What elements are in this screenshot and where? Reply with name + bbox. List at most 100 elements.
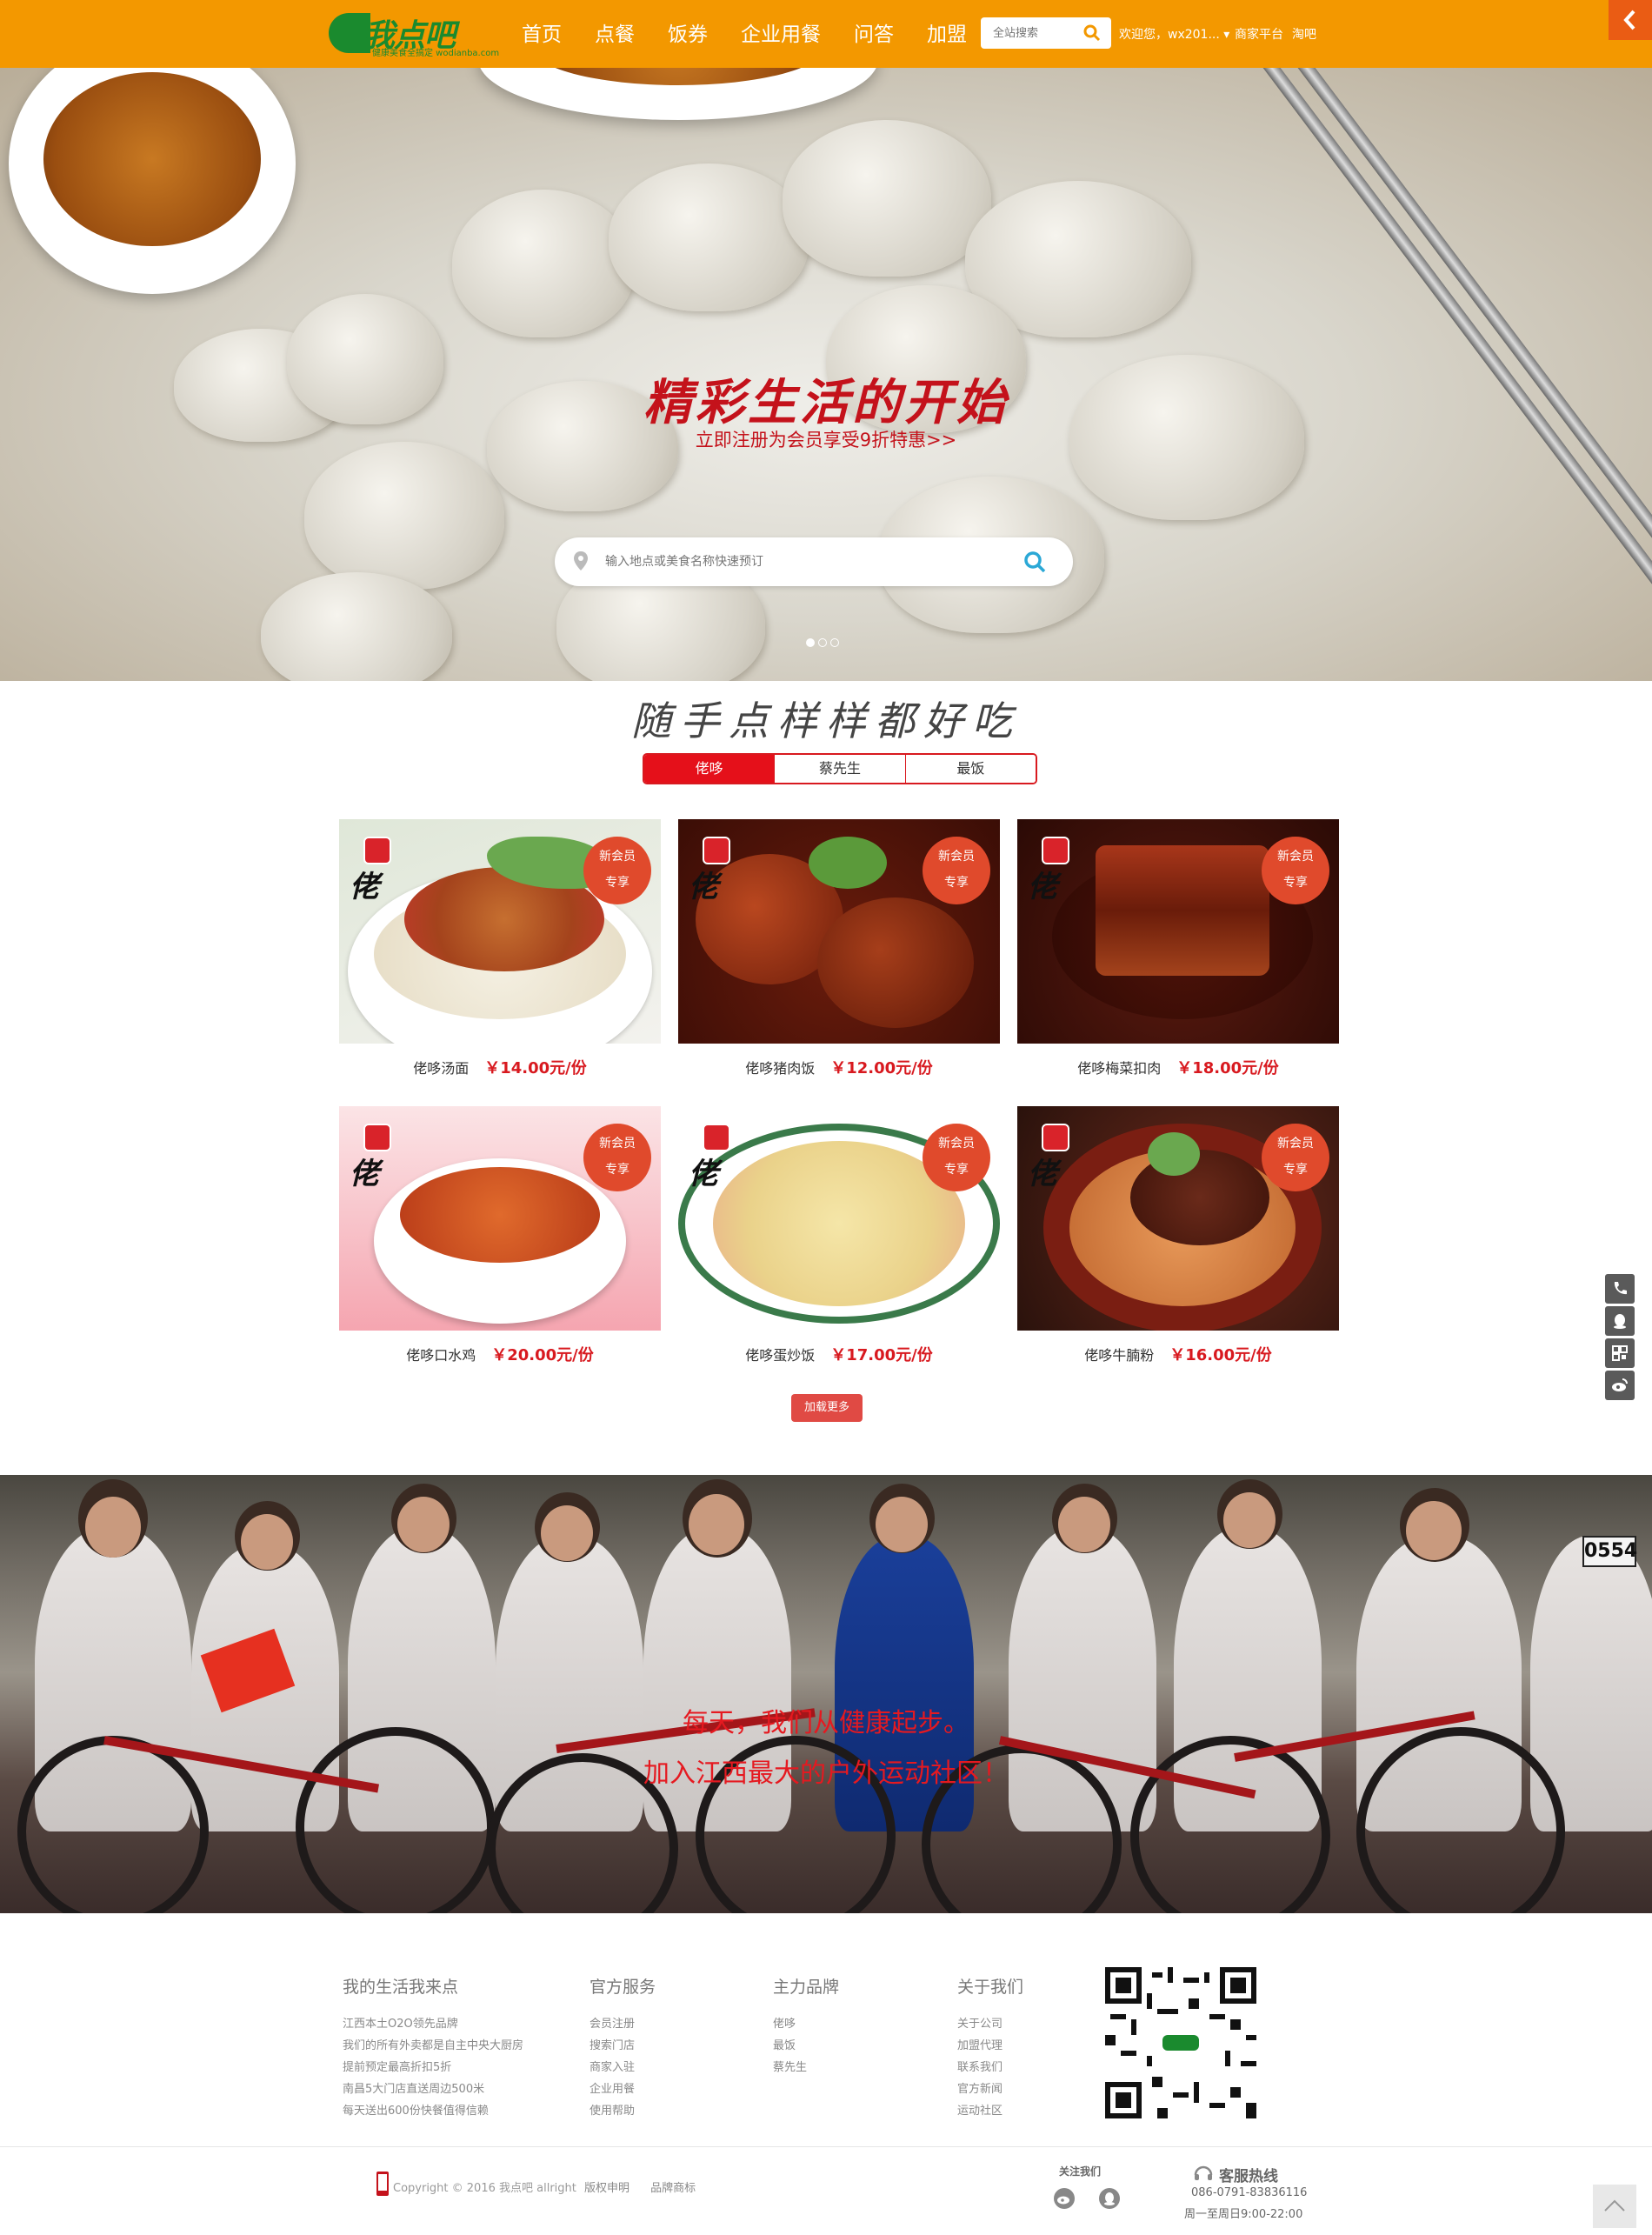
hotline-number: 086-0791-83836116 [1191, 2186, 1308, 2199]
back-to-top-button[interactable] [1593, 2185, 1636, 2228]
food-card[interactable]: 佬 新会员 专享 佬哆牛腩粉 ￥16.00元/份 [1017, 1106, 1339, 1367]
food-name[interactable]: 佬哆梅菜扣肉 [1077, 1060, 1161, 1077]
community-slogan-line2: 加入江西最大的户外运动社区！ [643, 1758, 1009, 1789]
nav-item-qa[interactable]: 问答 [854, 19, 894, 50]
site-search-box [981, 17, 1111, 49]
qrcode-button[interactable] [1605, 1338, 1635, 1368]
bottom-links: 版权申明 品牌商标 [584, 2178, 713, 2195]
food-name[interactable]: 佬哆汤面 [413, 1060, 469, 1077]
community-banner: 0554 每天，我们从健康起步。 加入江西最大的户外运动社区！ [0, 1475, 1652, 1913]
nav-item-order[interactable]: 点餐 [595, 19, 635, 50]
footer-column-title: 我的生活我来点 [343, 1978, 459, 1997]
footer-link[interactable]: 蔡先生 [773, 2057, 839, 2078]
slider-dot[interactable] [818, 638, 827, 647]
food-caption: 佬哆牛腩粉 ￥16.00元/份 [1017, 1343, 1339, 1365]
sauce-bowl-image [9, 68, 296, 294]
brand-logo: 佬 [689, 1124, 744, 1191]
food-price: ￥20.00元/份 [491, 1346, 594, 1364]
race-bib: 0554 [1582, 1536, 1637, 1567]
footer-column-about-life: 我的生活我来点 江西本土O2O领先品牌 我们的所有外卖都是自主中央大厨房 提前预… [343, 1974, 523, 2122]
footer-text: 我们的所有外卖都是自主中央大厨房 [343, 2039, 524, 2052]
brand-mark: 佬 [689, 1157, 718, 1191]
user-welcome-menu[interactable]: 欢迎您，wx201... ▾ [1119, 25, 1229, 43]
footer-link[interactable]: 加盟代理 [957, 2035, 1023, 2057]
new-member-badge: 新会员 专享 [583, 1124, 651, 1191]
food-price: ￥12.00元/份 [830, 1059, 933, 1077]
food-name[interactable]: 佬哆蛋炒饭 [745, 1347, 815, 1364]
footer-link[interactable]: 搜索门店 [590, 2035, 656, 2057]
footer-link[interactable]: 商家入驻 [590, 2057, 656, 2078]
tab-zuifan[interactable]: 最饭 [905, 755, 1036, 783]
food-card[interactable]: 佬 新会员 专享 佬哆口水鸡 ￥20.00元/份 [339, 1106, 661, 1367]
new-member-badge: 新会员 专享 [583, 837, 651, 904]
hero-banner: 精彩生活的开始 立即注册为会员享受9折特惠>> [0, 68, 1652, 681]
new-member-badge: 新会员 专享 [923, 837, 990, 904]
nav-item-home[interactable]: 首页 [522, 19, 562, 50]
merchant-platform-link[interactable]: 商家平台 [1235, 25, 1283, 43]
footer-link[interactable]: 会员注册 [590, 2013, 656, 2035]
food-price: ￥18.00元/份 [1176, 1059, 1279, 1077]
load-more-button[interactable]: 加载更多 [791, 1394, 863, 1422]
site-search-input[interactable] [981, 17, 1076, 49]
food-card[interactable]: 佬 新会员 专享 佬哆蛋炒饭 ￥17.00元/份 [678, 1106, 1000, 1367]
qq-button[interactable] [1605, 1306, 1635, 1336]
copyright-notice-link[interactable]: 版权申明 [584, 2182, 629, 2195]
banner-search-input[interactable] [605, 537, 1014, 586]
footer-link[interactable]: 联系我们 [957, 2057, 1023, 2078]
search-icon[interactable] [1023, 550, 1047, 574]
food-price: ￥16.00元/份 [1169, 1346, 1272, 1364]
trademark-link[interactable]: 品牌商标 [650, 2182, 696, 2195]
weibo-icon [1612, 1378, 1628, 1391]
tab-caixiansheng[interactable]: 蔡先生 [775, 755, 906, 783]
side-toolbar [1605, 1274, 1635, 1403]
footer-link[interactable]: 最饭 [773, 2035, 839, 2057]
phone-button[interactable] [1605, 1274, 1635, 1304]
banner-search-box [555, 537, 1073, 586]
brand-mark: 佬 [1028, 870, 1057, 904]
footer-text: 每天送出600份快餐值得信赖 [343, 2105, 489, 2118]
brand-mark: 佬 [1028, 1157, 1057, 1191]
nav-item-franchise[interactable]: 加盟 [927, 19, 967, 50]
qq-social-button[interactable] [1099, 2188, 1120, 2209]
slider-dot[interactable] [806, 638, 815, 647]
food-name[interactable]: 佬哆口水鸡 [406, 1347, 476, 1364]
nav-item-coupon[interactable]: 饭券 [668, 19, 708, 50]
hotline-title: 客服热线 [1219, 2168, 1278, 2185]
slider-dots [806, 638, 839, 647]
brand-tabs: 佬哆 蔡先生 最饭 [643, 753, 1037, 784]
footer-link[interactable]: 运动社区 [957, 2100, 1023, 2122]
footer-link[interactable]: 官方新闻 [957, 2078, 1023, 2100]
qrcode-icon [1612, 1345, 1628, 1361]
headset-icon [1194, 2165, 1213, 2180]
footer-link[interactable]: 关于公司 [957, 2013, 1023, 2035]
new-member-badge: 新会员 专享 [923, 1124, 990, 1191]
footer-link[interactable]: 企业用餐 [590, 2078, 656, 2100]
footer-column-about-us: 关于我们 关于公司 加盟代理 联系我们 官方新闻 运动社区 [957, 1974, 1023, 2122]
search-icon[interactable] [1083, 24, 1101, 42]
food-name[interactable]: 佬哆猪肉饭 [745, 1060, 815, 1077]
nav-item-enterprise[interactable]: 企业用餐 [741, 19, 821, 50]
food-card[interactable]: 佬 新会员 专享 佬哆猪肉饭 ￥12.00元/份 [678, 819, 1000, 1080]
brand-logo: 佬 [1028, 1124, 1083, 1191]
new-member-badge: 新会员 专享 [1262, 837, 1329, 904]
brand-mark: 佬 [689, 870, 718, 904]
logout-link[interactable]: 淘吧 [1292, 25, 1316, 43]
site-logo[interactable]: 我点吧 健康美食全搞定 wodianba.com [329, 10, 503, 58]
tab-laoduo[interactable]: 佬哆 [644, 755, 776, 783]
weibo-social-button[interactable] [1054, 2188, 1075, 2209]
food-name[interactable]: 佬哆牛腩粉 [1084, 1347, 1154, 1364]
footer-link[interactable]: 使用帮助 [590, 2100, 656, 2122]
sidebar-toggle-button[interactable] [1609, 0, 1652, 40]
food-card[interactable]: 佬 新会员 专享 佬哆梅菜扣肉 ￥18.00元/份 [1017, 819, 1339, 1080]
footer-divider [0, 2146, 1652, 2147]
food-caption: 佬哆梅菜扣肉 ￥18.00元/份 [1017, 1056, 1339, 1078]
slider-dot[interactable] [830, 638, 839, 647]
weibo-button[interactable] [1605, 1371, 1635, 1400]
brand-mark: 佬 [350, 870, 379, 904]
footer-column-brands: 主力品牌 佬哆 最饭 蔡先生 [773, 1974, 839, 2078]
footer-link[interactable]: 佬哆 [773, 2013, 839, 2035]
location-pin-icon [574, 551, 588, 570]
food-card[interactable]: 佬 新会员 专享 佬哆汤面 ￥14.00元/份 [339, 819, 661, 1080]
footer-column-title: 官方服务 [590, 1978, 656, 1997]
banner-register-link[interactable]: 立即注册为会员享受9折特惠>> [0, 426, 1652, 452]
